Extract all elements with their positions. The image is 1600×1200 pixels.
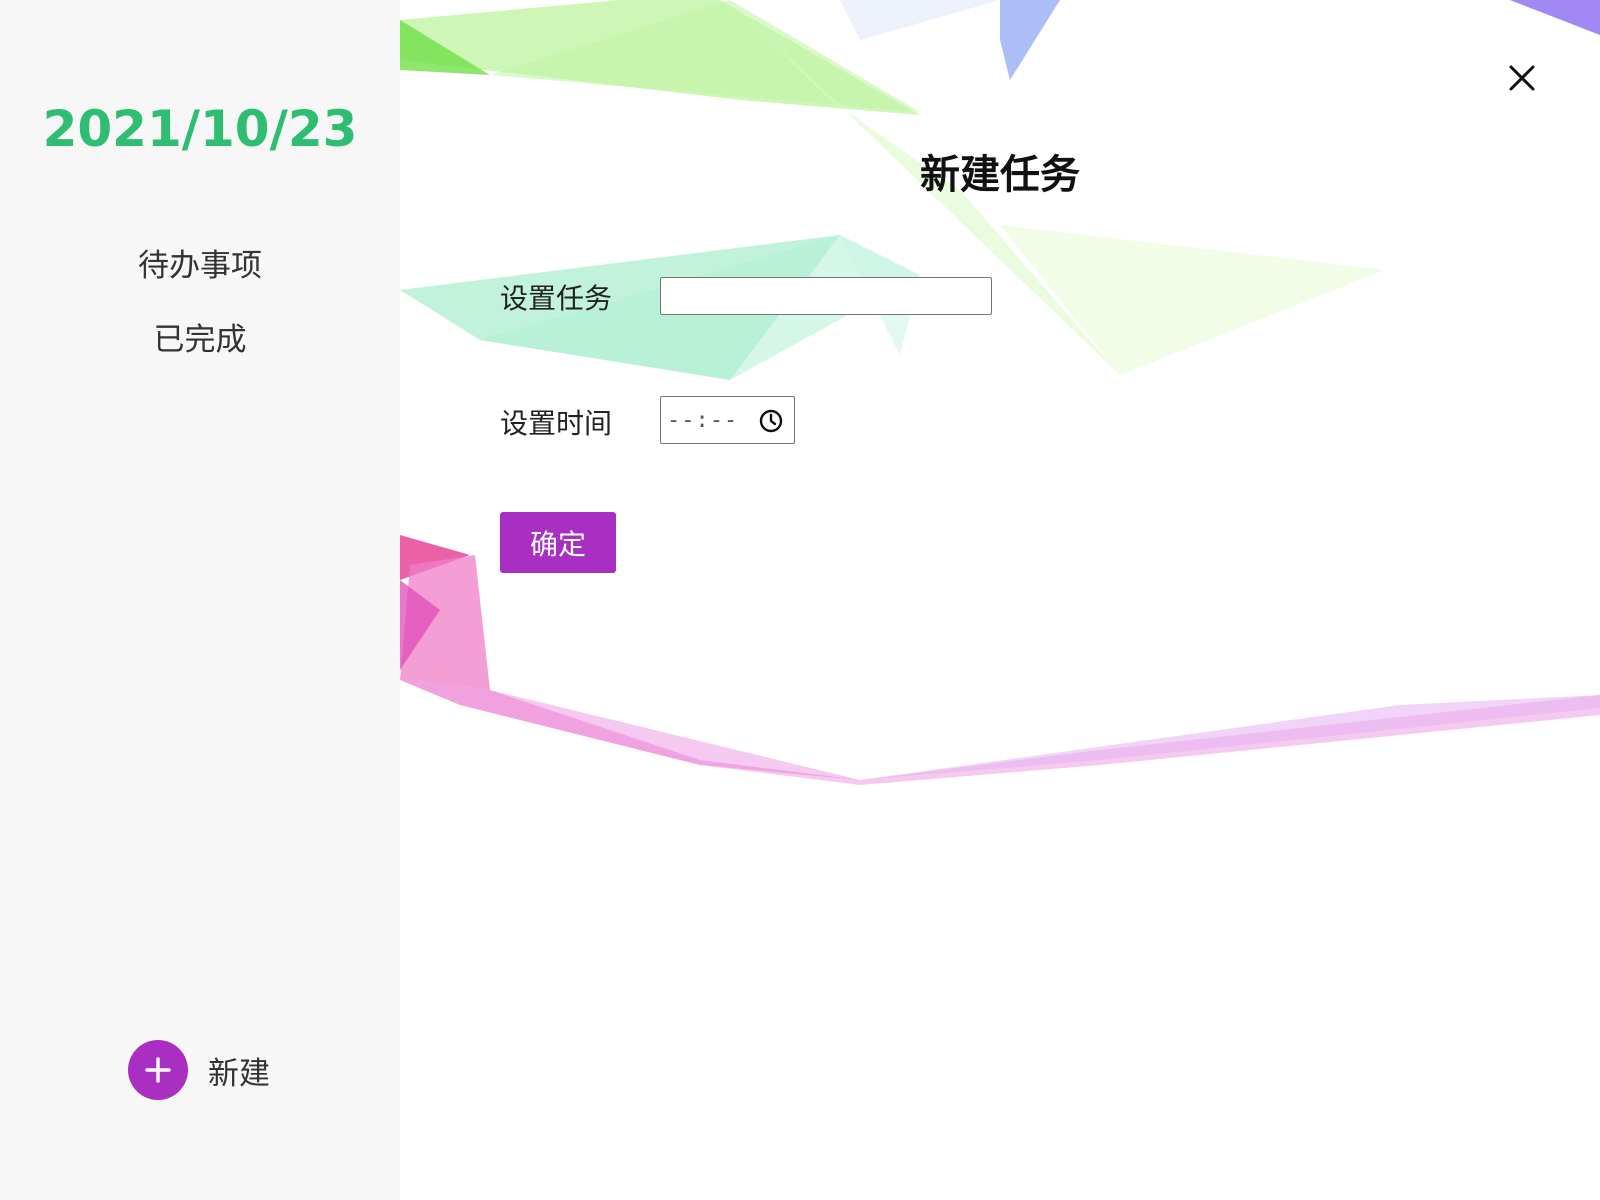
new-task-button[interactable]: 新建: [128, 1039, 270, 1101]
new-task-dialog: 新建任务 设置任务 设置时间 --:-- 确定: [400, 0, 1600, 1200]
clock-icon[interactable]: [758, 408, 784, 434]
app-window: 2021/10/23 待办事项 已完成 新建 新建任务 设置任务 设置时间 --…: [0, 0, 1600, 1200]
task-input[interactable]: [660, 277, 992, 315]
dialog-title: 新建任务: [920, 152, 1080, 198]
time-label: 设置时间: [500, 407, 613, 440]
sidebar: 2021/10/23 待办事项 已完成 新建: [0, 0, 400, 1200]
plus-icon[interactable]: [128, 1040, 188, 1100]
new-task-label[interactable]: 新建: [208, 1048, 270, 1093]
time-value: --:--: [667, 407, 739, 433]
nav-item-todo[interactable]: 待办事项: [0, 240, 400, 285]
confirm-button[interactable]: 确定: [500, 512, 616, 573]
close-icon[interactable]: [1506, 62, 1538, 94]
nav-item-completed[interactable]: 已完成: [0, 314, 400, 359]
current-date: 2021/10/23: [42, 100, 358, 158]
task-label: 设置任务: [500, 282, 613, 315]
time-input[interactable]: --:--: [660, 396, 795, 444]
